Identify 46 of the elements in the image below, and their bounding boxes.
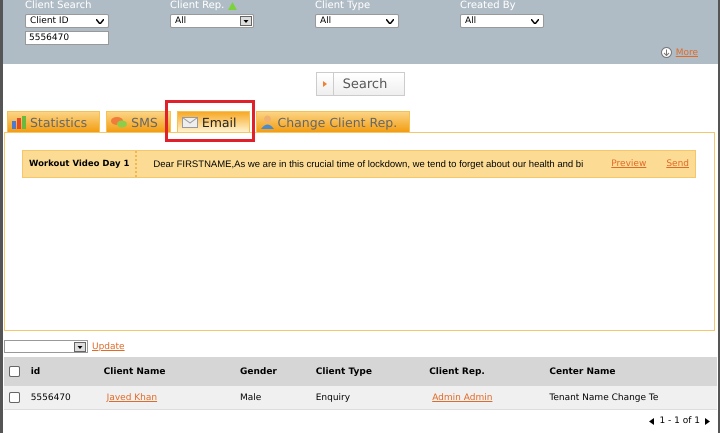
more-link[interactable]: More (676, 48, 698, 58)
tab[interactable]: Email (176, 111, 250, 132)
next-page-icon[interactable] (705, 418, 710, 424)
template-name: Workout Video Day 1 (23, 151, 138, 177)
bulk-dropdown[interactable] (4, 340, 88, 353)
client-id-field[interactable]: 5556470 (25, 31, 109, 45)
filter-label: Client Type (315, 0, 370, 11)
table-cell: Male (240, 392, 262, 402)
chevron-down-icon (96, 18, 104, 24)
select-all-checkbox[interactable] (9, 366, 20, 377)
filter-dropdown[interactable]: All (315, 14, 399, 28)
filter-dropdown[interactable]: All (460, 14, 544, 28)
table-link[interactable]: Javed Khan (104, 392, 158, 402)
column-header: Gender (240, 366, 277, 376)
search-button[interactable]: Search (316, 72, 406, 96)
down-circle-icon (660, 47, 672, 58)
template-action-link[interactable]: Send (666, 159, 689, 169)
filter-dropdown[interactable]: All (170, 14, 254, 28)
person-icon (260, 115, 274, 129)
filter-label: Client Search (25, 0, 92, 11)
chat-bubbles-icon (111, 116, 128, 128)
column-header: Client Type (316, 366, 372, 376)
pagination-text: 1 - 1 of 1 (659, 416, 700, 426)
column-header: Client Name (104, 366, 166, 376)
row-checkbox[interactable] (9, 392, 20, 403)
table-cell: 5556470 (30, 392, 71, 402)
filter-dropdown[interactable]: Client ID (25, 14, 109, 28)
column-header: Center Name (549, 366, 616, 376)
filter-label: Created By (460, 0, 516, 11)
filter-label: Client Rep. (170, 0, 224, 11)
update-link[interactable]: Update (92, 342, 125, 352)
template-action-link[interactable]: Preview (611, 159, 646, 169)
tab[interactable]: SMS (106, 111, 171, 132)
template-body: Dear FIRSTNAME,As we are in this crucial time of lockdown, we tend to forget about our health and bi (153, 158, 584, 170)
bar-chart-icon (12, 116, 26, 128)
tab[interactable]: Statistics (7, 111, 100, 132)
chevron-down-icon (386, 18, 394, 24)
table-cell: Tenant Name Change Te (549, 392, 658, 402)
column-header: Client Rep. (429, 366, 485, 376)
chevron-down-icon (531, 18, 539, 24)
play-arrow-icon (322, 81, 327, 87)
envelope-icon (182, 116, 198, 128)
table-cell: Enquiry (316, 392, 350, 402)
tab[interactable]: Change Client Rep. (256, 111, 410, 132)
previous-page-icon[interactable] (649, 418, 654, 424)
column-header: id (30, 366, 40, 376)
